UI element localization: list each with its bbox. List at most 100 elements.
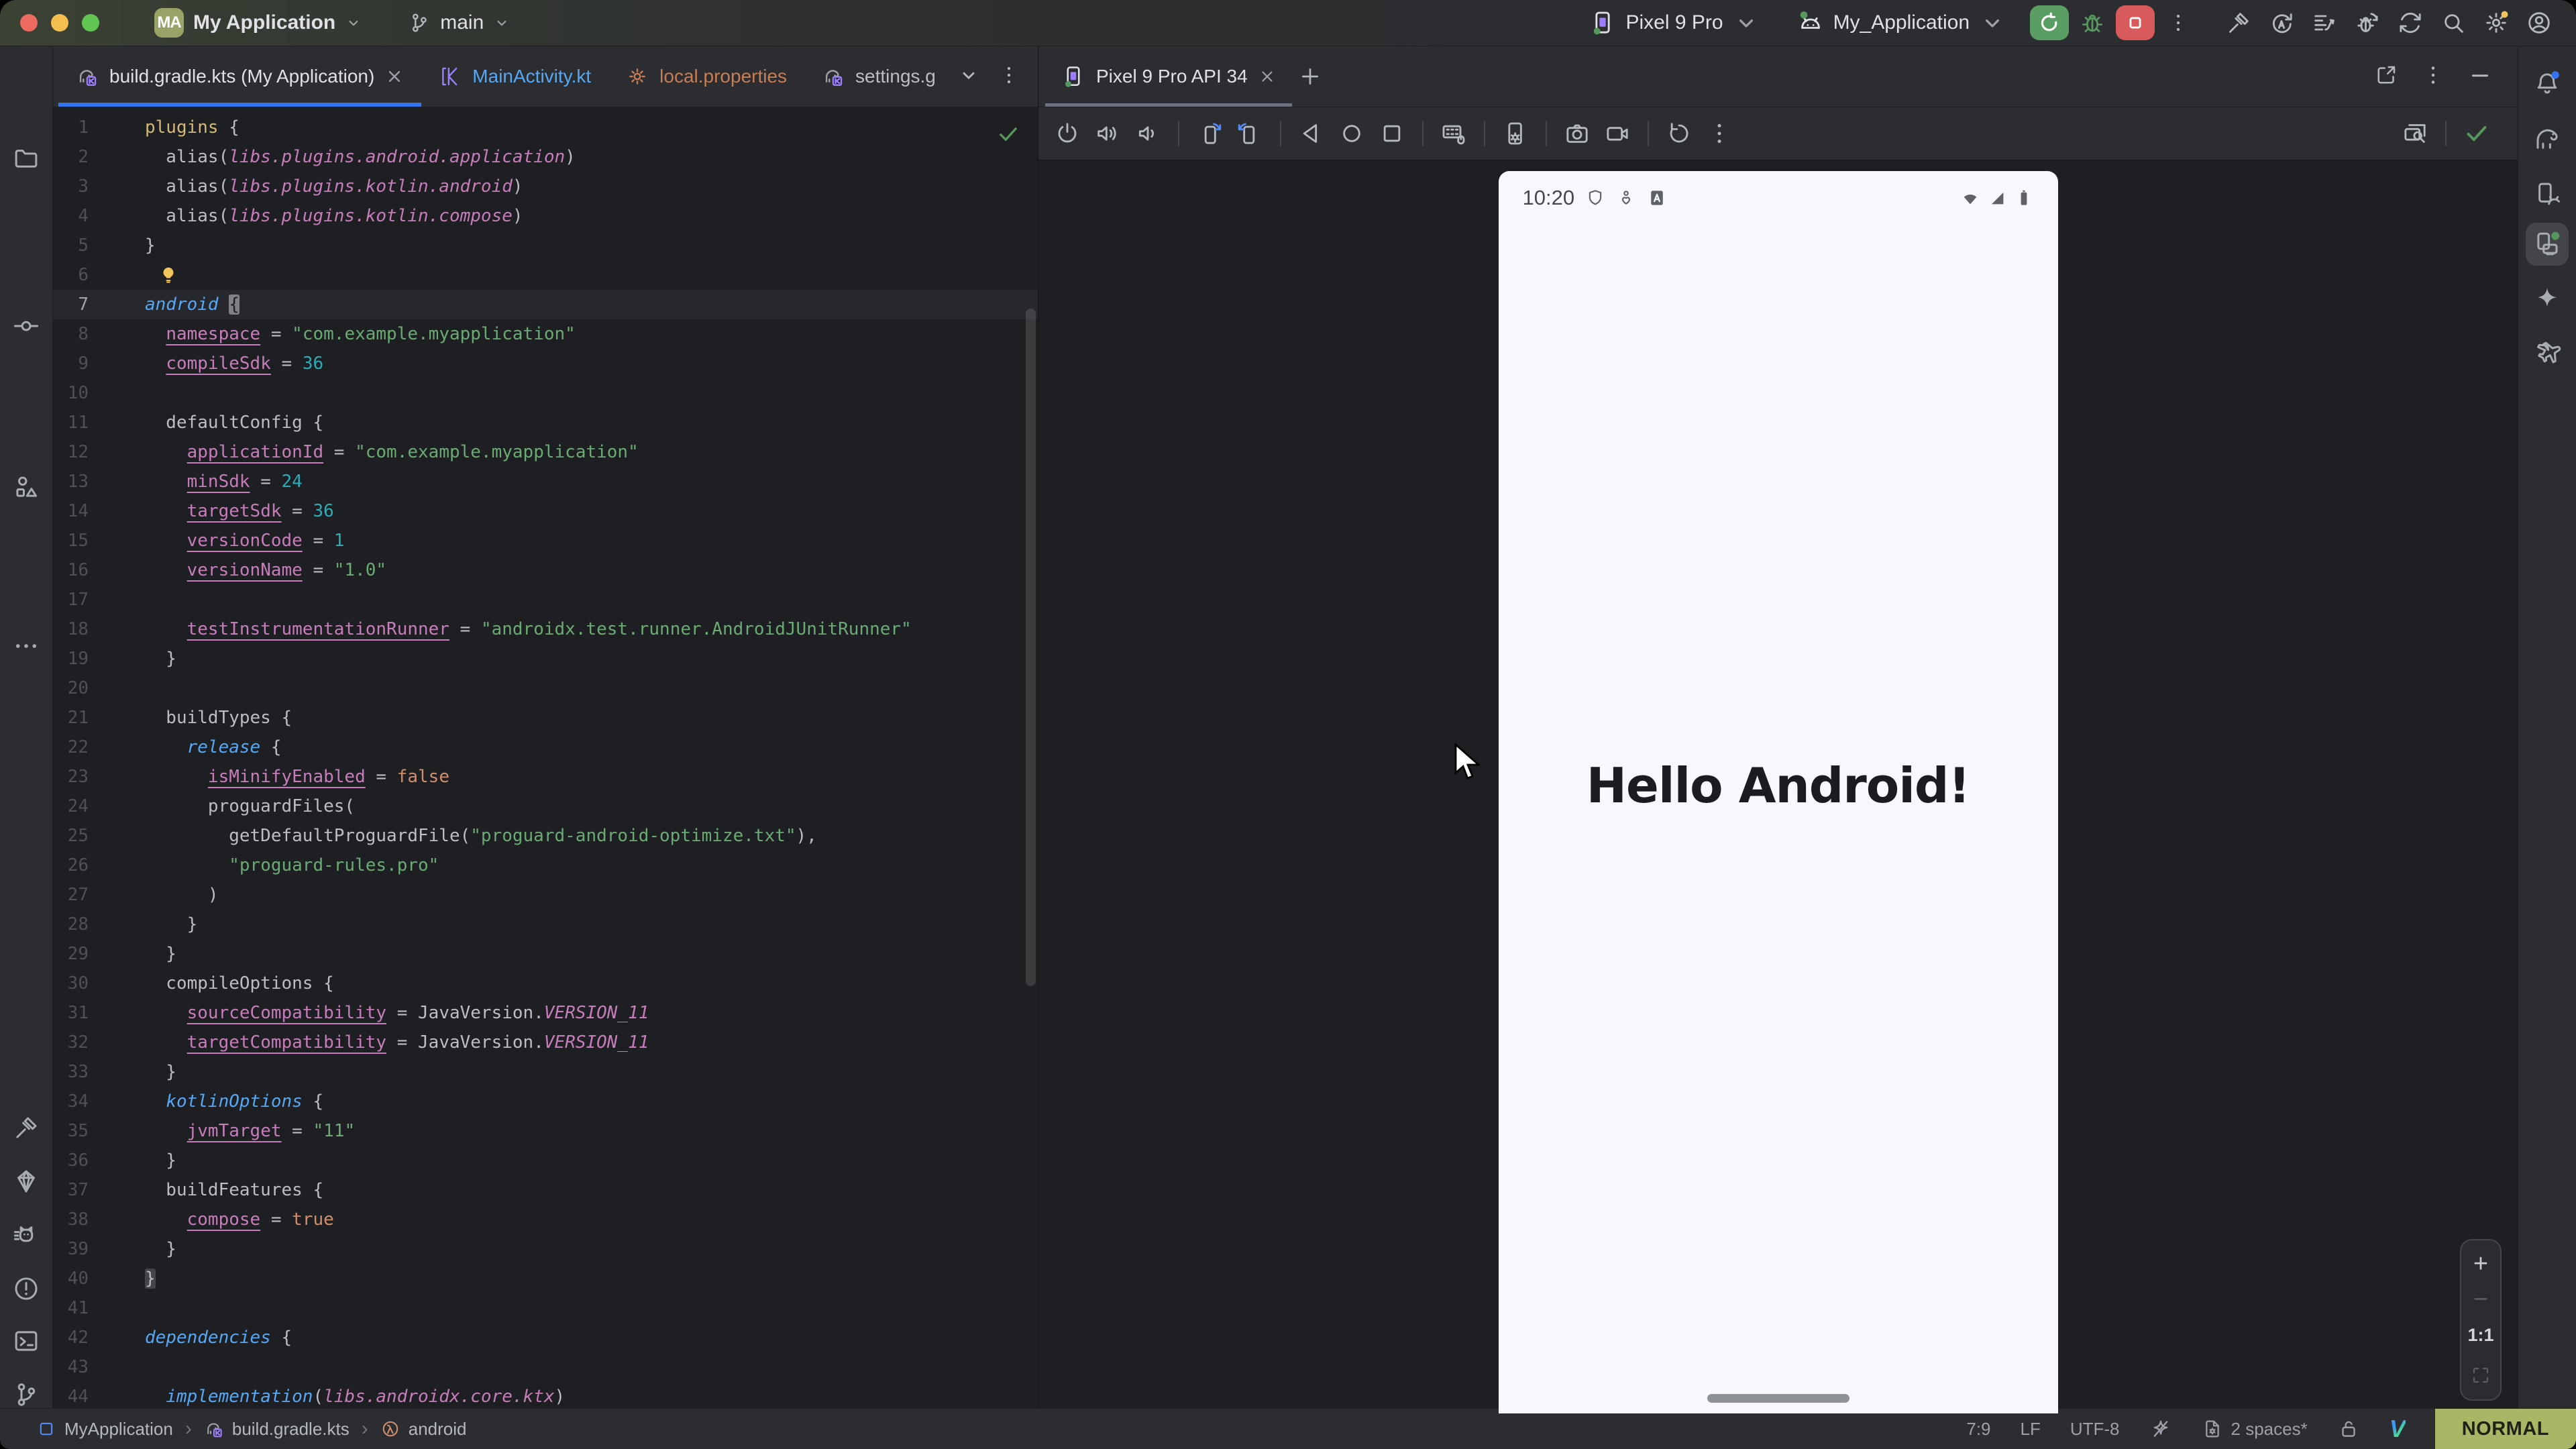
encoding[interactable]: UTF-8 xyxy=(2070,1419,2120,1440)
search-button[interactable] xyxy=(2435,5,2471,41)
ideavim-icon[interactable]: V xyxy=(2390,1415,2406,1443)
tool-running-devices-button[interactable] xyxy=(2526,223,2569,266)
tool-notifications-bell-button[interactable] xyxy=(2532,68,2562,98)
breadcrumb-item[interactable]: MyApplication xyxy=(36,1419,173,1440)
add-device-button[interactable] xyxy=(1292,46,1328,107)
tool-more-horizontal-button[interactable] xyxy=(11,631,41,661)
line-ending[interactable]: LF xyxy=(2021,1419,2041,1440)
tool-airplane-button[interactable] xyxy=(2532,338,2562,368)
gradle-sync-button[interactable] xyxy=(2392,5,2428,41)
editor-scrollbar[interactable] xyxy=(1026,309,1036,986)
code-text: } xyxy=(145,1057,176,1087)
keyboard-input-button[interactable] xyxy=(1436,115,1472,152)
line-number: 5 xyxy=(53,231,145,260)
tool-diamond-button[interactable] xyxy=(11,1167,41,1196)
line-number: 14 xyxy=(53,496,145,526)
phone-screen[interactable]: 10:20 Hello Android! xyxy=(1499,171,2058,1413)
tool-project-folder-button[interactable] xyxy=(11,144,41,173)
editor-tab[interactable]: settings.g xyxy=(804,46,953,107)
breadcrumb-item[interactable]: android xyxy=(380,1419,467,1440)
tool-terminal-button[interactable] xyxy=(11,1326,41,1356)
run-more-actions-button[interactable] xyxy=(2160,5,2196,41)
breadcrumb-item[interactable]: build.gradle.kts xyxy=(204,1419,350,1440)
zoom-out-button[interactable]: − xyxy=(2473,1293,2488,1306)
stop-square-icon xyxy=(2124,11,2147,34)
intention-bulb-icon[interactable] xyxy=(158,264,178,286)
zoom-reset-button[interactable]: 1:1 xyxy=(2467,1325,2493,1346)
code-line: 33 } xyxy=(53,1057,1038,1087)
editor-tab[interactable]: build.gradle.kts (My Application) xyxy=(58,46,421,107)
rotate-right-button[interactable] xyxy=(1232,115,1268,152)
gesture-navigation-pill[interactable] xyxy=(1707,1394,1849,1403)
code-text: buildFeatures { xyxy=(145,1175,323,1205)
wellbeing-icon xyxy=(1616,188,1636,208)
screenshot-camera-button[interactable] xyxy=(1559,115,1595,152)
rerun-button[interactable] xyxy=(2030,5,2069,40)
editor-tab[interactable]: MainActivity.kt xyxy=(421,46,608,107)
tool-device-manager-button[interactable] xyxy=(2532,179,2562,209)
ai-spark-disabled-icon[interactable] xyxy=(2149,1417,2172,1440)
chevron-down-icon xyxy=(957,64,980,87)
device-reset-button[interactable] xyxy=(1661,115,1697,152)
logcat-cat-icon xyxy=(12,1221,40,1249)
zoom-in-button[interactable]: + xyxy=(2473,1254,2488,1274)
code-line: 17 xyxy=(53,585,1038,614)
maximize-window-button[interactable] xyxy=(82,14,99,32)
device-tab[interactable]: Pixel 9 Pro API 34 xyxy=(1045,46,1292,107)
apply-changes-button[interactable] xyxy=(2263,5,2300,41)
branch-selector[interactable]: main xyxy=(398,11,520,34)
attach-debugger-button[interactable] xyxy=(2349,5,2385,41)
line-number: 7 xyxy=(53,290,145,319)
volume-up-button[interactable] xyxy=(1089,115,1126,152)
more-vertical-button[interactable] xyxy=(2421,63,2445,91)
device-selector[interactable]: Pixel 9 Pro xyxy=(1580,9,1768,36)
stop-button[interactable] xyxy=(2116,5,2155,40)
code-text: isMinifyEnabled = false xyxy=(145,762,449,792)
tool-commit-button[interactable] xyxy=(11,311,41,341)
tool-git-branch-button[interactable] xyxy=(11,1380,41,1409)
shield-icon xyxy=(1585,188,1605,208)
code-editor[interactable]: 1plugins {2 alias(libs.plugins.android.a… xyxy=(53,107,1038,1408)
build-hammer-button[interactable] xyxy=(2220,5,2257,41)
tool-structure-button[interactable] xyxy=(11,472,41,502)
device-settings-button[interactable] xyxy=(1497,115,1534,152)
screen-record-button[interactable] xyxy=(1599,115,1635,152)
run-configuration-selector[interactable]: My_Application xyxy=(1788,9,2015,36)
indent-setting[interactable]: 2 spaces* xyxy=(2202,1418,2308,1440)
open-external-button[interactable] xyxy=(2374,63,2398,91)
profiler-button[interactable] xyxy=(2306,5,2343,41)
minimize-window-button[interactable] xyxy=(51,14,68,32)
status-check-button[interactable] xyxy=(2459,115,2495,152)
code-text: "proguard-rules.pro" xyxy=(145,851,439,880)
project-selector[interactable]: MA My Application xyxy=(145,8,372,38)
rotate-left-button[interactable] xyxy=(1191,115,1228,152)
more-vertical-button[interactable] xyxy=(998,64,1020,90)
back-button[interactable] xyxy=(1293,115,1330,152)
inspections-ok-icon[interactable] xyxy=(996,122,1020,146)
power-button[interactable] xyxy=(1049,115,1085,152)
editor-tab[interactable]: local.properties xyxy=(608,46,804,107)
tool-gemini-spark-button[interactable] xyxy=(2532,284,2562,313)
run-configuration-name: My_Application xyxy=(1833,11,1970,34)
debug-button[interactable] xyxy=(2074,5,2110,41)
tool-problems-button[interactable] xyxy=(11,1274,41,1303)
zoom-fit-icon[interactable] xyxy=(2470,1364,2491,1386)
tool-logcat-cat-button[interactable] xyxy=(11,1220,41,1250)
minimize-button[interactable] xyxy=(2468,63,2492,91)
overview-button[interactable] xyxy=(1374,115,1410,152)
home-button[interactable] xyxy=(1334,115,1370,152)
vim-mode-badge[interactable]: NORMAL xyxy=(2435,1409,2576,1449)
settings-button[interactable] xyxy=(2478,5,2514,41)
volume-down-button[interactable] xyxy=(1130,115,1166,152)
tool-build-hammer-button[interactable] xyxy=(11,1113,41,1142)
more-vertical-button[interactable] xyxy=(1701,115,1737,152)
caret-position[interactable]: 7:9 xyxy=(1966,1419,1990,1440)
chevron-down-button[interactable] xyxy=(957,64,980,90)
account-button[interactable] xyxy=(2521,5,2557,41)
screen-search-button[interactable] xyxy=(2397,115,2433,152)
close-window-button[interactable] xyxy=(20,14,38,32)
close-icon[interactable] xyxy=(385,67,404,86)
lock-open-icon[interactable] xyxy=(2337,1417,2360,1440)
tool-gradle-elephant-button[interactable] xyxy=(2532,125,2562,154)
close-icon[interactable] xyxy=(1258,68,1276,85)
